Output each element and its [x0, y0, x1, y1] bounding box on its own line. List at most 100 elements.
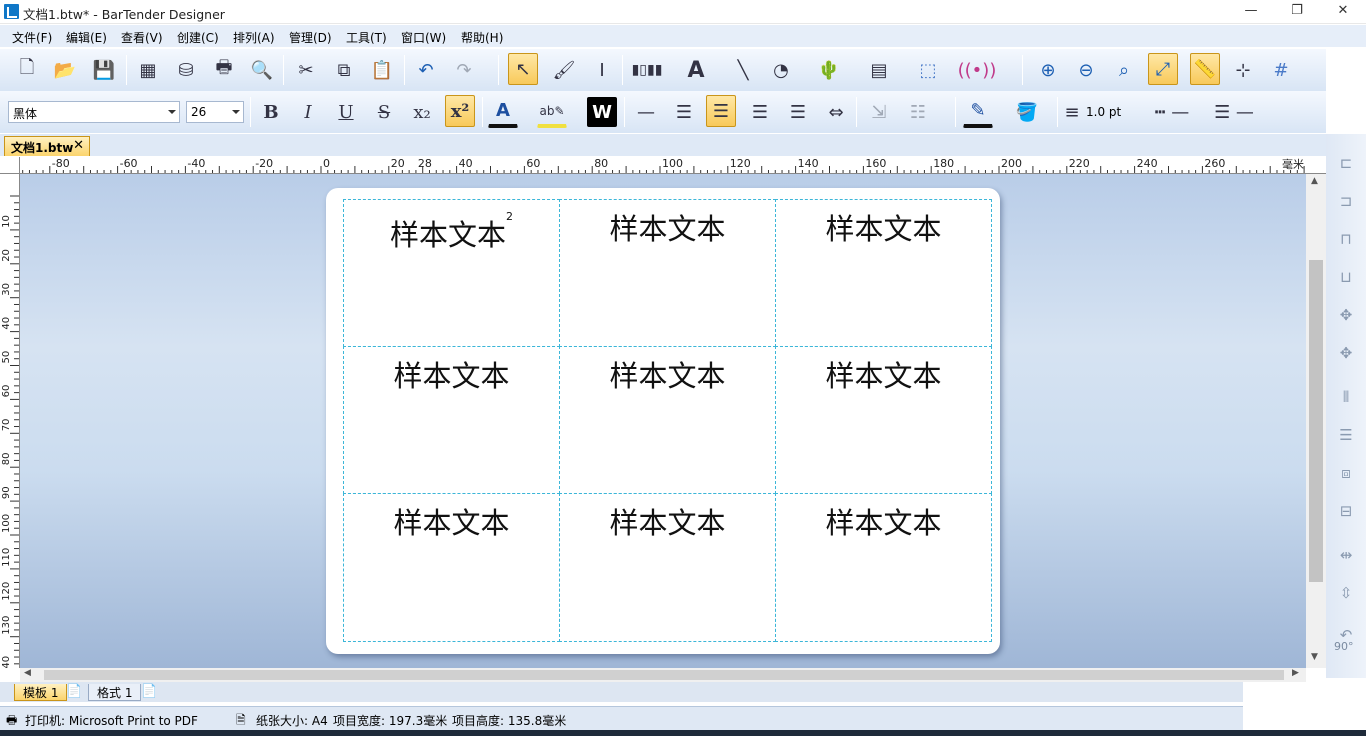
distribute-horizontal-icon[interactable]: ⫴ — [1330, 382, 1362, 412]
align-center-icon[interactable]: ☰ — [706, 95, 736, 127]
label-cell[interactable]: 样本文本 — [559, 346, 776, 494]
zoom-in-icon[interactable]: ⊕ — [1033, 54, 1063, 86]
document-tab[interactable]: 文档1.btw ✕ — [4, 136, 90, 156]
barcode-icon[interactable]: ▮▯▮▮ — [628, 54, 666, 86]
menu-arrange[interactable]: 排列(A) — [233, 29, 275, 46]
label-cell[interactable]: 样本文本 — [343, 493, 560, 642]
vertical-scroll-thumb[interactable] — [1309, 260, 1323, 582]
label-cell[interactable]: 样本文本 — [559, 199, 776, 347]
single-line-icon[interactable]: — — [631, 96, 661, 128]
center-vertical-page-icon[interactable]: ⊟ — [1330, 496, 1362, 526]
picture-icon[interactable]: 🌵 — [814, 54, 844, 86]
zoom-out-icon[interactable]: ⊖ — [1071, 54, 1101, 86]
redo-icon[interactable]: ↷ — [449, 54, 479, 86]
tab-format-1[interactable]: 格式 1 — [88, 684, 142, 701]
distribute-vertical-icon[interactable]: ☰ — [1330, 420, 1362, 450]
zoom-page-icon[interactable]: ⌕ — [1109, 54, 1139, 86]
align-right-edges-icon[interactable]: ⊐ — [1330, 186, 1362, 216]
minimize-button[interactable]: — — [1228, 0, 1274, 24]
text-object[interactable]: 样本文本 — [825, 500, 941, 542]
shrink-icon[interactable]: ⇲ — [864, 96, 894, 128]
superscript-button[interactable]: x² — [445, 95, 475, 127]
text-object[interactable]: 样本文本 — [609, 206, 725, 248]
label-cell[interactable]: 样本文本 — [775, 493, 992, 642]
print-icon[interactable]: 🖶 — [209, 54, 239, 86]
font-name-select[interactable]: 黑体 — [8, 101, 180, 123]
text-object-icon[interactable]: A — [681, 54, 711, 86]
close-tab-icon[interactable]: ✕ — [73, 138, 84, 153]
menu-manage[interactable]: 管理(D) — [289, 29, 332, 46]
fit-text-icon[interactable]: ⇔ — [821, 96, 851, 128]
snap-guides-icon[interactable]: ⊹ — [1228, 54, 1258, 86]
line-style-icon[interactable]: ┅ — — [1144, 96, 1200, 128]
text-object[interactable]: 样本文本 — [393, 500, 509, 542]
underline-button[interactable]: U — [331, 96, 361, 128]
copy-icon[interactable]: ⧉ — [329, 54, 359, 86]
menu-file[interactable]: 文件(F) — [12, 29, 52, 46]
rfid-icon[interactable]: ((•)) — [958, 54, 997, 86]
spacing-icon[interactable]: ☷ — [903, 96, 933, 128]
database-icon[interactable]: ⛁ — [171, 54, 201, 86]
menu-create[interactable]: 创建(C) — [177, 29, 219, 46]
scroll-down-icon[interactable]: ▼ — [1311, 652, 1318, 662]
restore-button[interactable]: ❐ — [1274, 0, 1320, 24]
add-format-icon[interactable]: 📄 — [141, 684, 157, 699]
design-canvas[interactable]: 样本文本2 样本文本 样本文本 样本文本 样本文本 样本文本 样本文本 样本文本… — [20, 174, 1306, 668]
font-size-select[interactable]: 26 — [186, 101, 244, 123]
fill-color-icon[interactable]: 🪣 — [1012, 96, 1042, 128]
font-color-button[interactable]: A — [488, 96, 518, 128]
save-icon[interactable]: 💾 — [89, 54, 119, 86]
strikethrough-button[interactable]: S — [369, 96, 399, 128]
align-center-vertical-icon[interactable]: ✥ — [1330, 338, 1362, 368]
align-top-edges-icon[interactable]: ⊓ — [1330, 224, 1362, 254]
menu-edit[interactable]: 编辑(E) — [66, 29, 107, 46]
shape-icon[interactable]: ◔ — [766, 54, 796, 86]
open-folder-icon[interactable]: 📂 — [50, 54, 80, 86]
menu-window[interactable]: 窗口(W) — [401, 29, 446, 46]
text-object[interactable]: 样本文本2 — [390, 206, 513, 254]
space-equal-h-icon[interactable]: ⇹ — [1330, 540, 1362, 570]
menu-tools[interactable]: 工具(T) — [346, 29, 387, 46]
menu-view[interactable]: 查看(V) — [121, 29, 163, 46]
label-cell[interactable]: 样本文本 — [775, 346, 992, 494]
new-document-icon[interactable]: 🗋 — [12, 54, 42, 86]
vertical-scrollbar[interactable]: ▲ ▼ — [1306, 174, 1326, 668]
subscript-button[interactable]: x₂ — [407, 96, 437, 128]
close-button[interactable]: ✕ — [1320, 0, 1366, 24]
label-cell[interactable]: 样本文本 — [343, 346, 560, 494]
justify-icon[interactable]: ☰ — [783, 96, 813, 128]
text-object[interactable]: 样本文本 — [609, 353, 725, 395]
text-object[interactable]: 样本文本 — [825, 353, 941, 395]
label-cell[interactable]: 样本文本 — [775, 199, 992, 347]
horizontal-scrollbar[interactable]: ◀ ▶ — [20, 668, 1306, 682]
text-cursor-icon[interactable]: I — [587, 54, 617, 86]
scroll-right-icon[interactable]: ▶ — [1292, 668, 1299, 678]
scroll-left-icon[interactable]: ◀ — [24, 668, 31, 678]
undo-icon[interactable]: ↶ — [411, 54, 441, 86]
label-cell[interactable]: 样本文本 — [559, 493, 776, 642]
table-icon[interactable]: ▤ — [864, 54, 894, 86]
grid-box-icon[interactable]: ⬚ — [913, 54, 943, 86]
line-icon[interactable]: ╲ — [728, 54, 758, 86]
paste-icon[interactable]: 📋 — [367, 54, 397, 86]
italic-button[interactable]: I — [293, 96, 323, 128]
text-object[interactable]: 样本文本 — [393, 353, 509, 395]
print-preview-icon[interactable]: 🔍 — [247, 54, 277, 86]
zoom-fit-icon[interactable]: ⤢ — [1148, 53, 1178, 85]
line-color-icon[interactable]: ✎ — [963, 96, 993, 128]
text-object[interactable]: 样本文本 — [609, 500, 725, 542]
format-painter-icon[interactable]: 🖌 — [549, 54, 579, 86]
select-arrow-icon[interactable]: ↖ — [508, 53, 538, 85]
horizontal-scroll-thumb[interactable] — [44, 670, 1284, 680]
align-center-horizontal-icon[interactable]: ✥ — [1330, 300, 1362, 330]
menu-help[interactable]: 帮助(H) — [461, 29, 503, 46]
scroll-up-icon[interactable]: ▲ — [1311, 176, 1318, 186]
align-bottom-edges-icon[interactable]: ⊔ — [1330, 262, 1362, 292]
add-template-icon[interactable]: 📄 — [66, 684, 82, 699]
tab-template-1[interactable]: 模板 1 — [14, 684, 68, 701]
cut-icon[interactable]: ✂ — [291, 54, 321, 86]
label-cell[interactable]: 样本文本2 — [343, 199, 560, 347]
line-width-value[interactable]: 1.0 pt — [1086, 105, 1121, 119]
space-equal-v-icon[interactable]: ⇳ — [1330, 578, 1362, 608]
bold-button[interactable]: B — [256, 96, 286, 128]
